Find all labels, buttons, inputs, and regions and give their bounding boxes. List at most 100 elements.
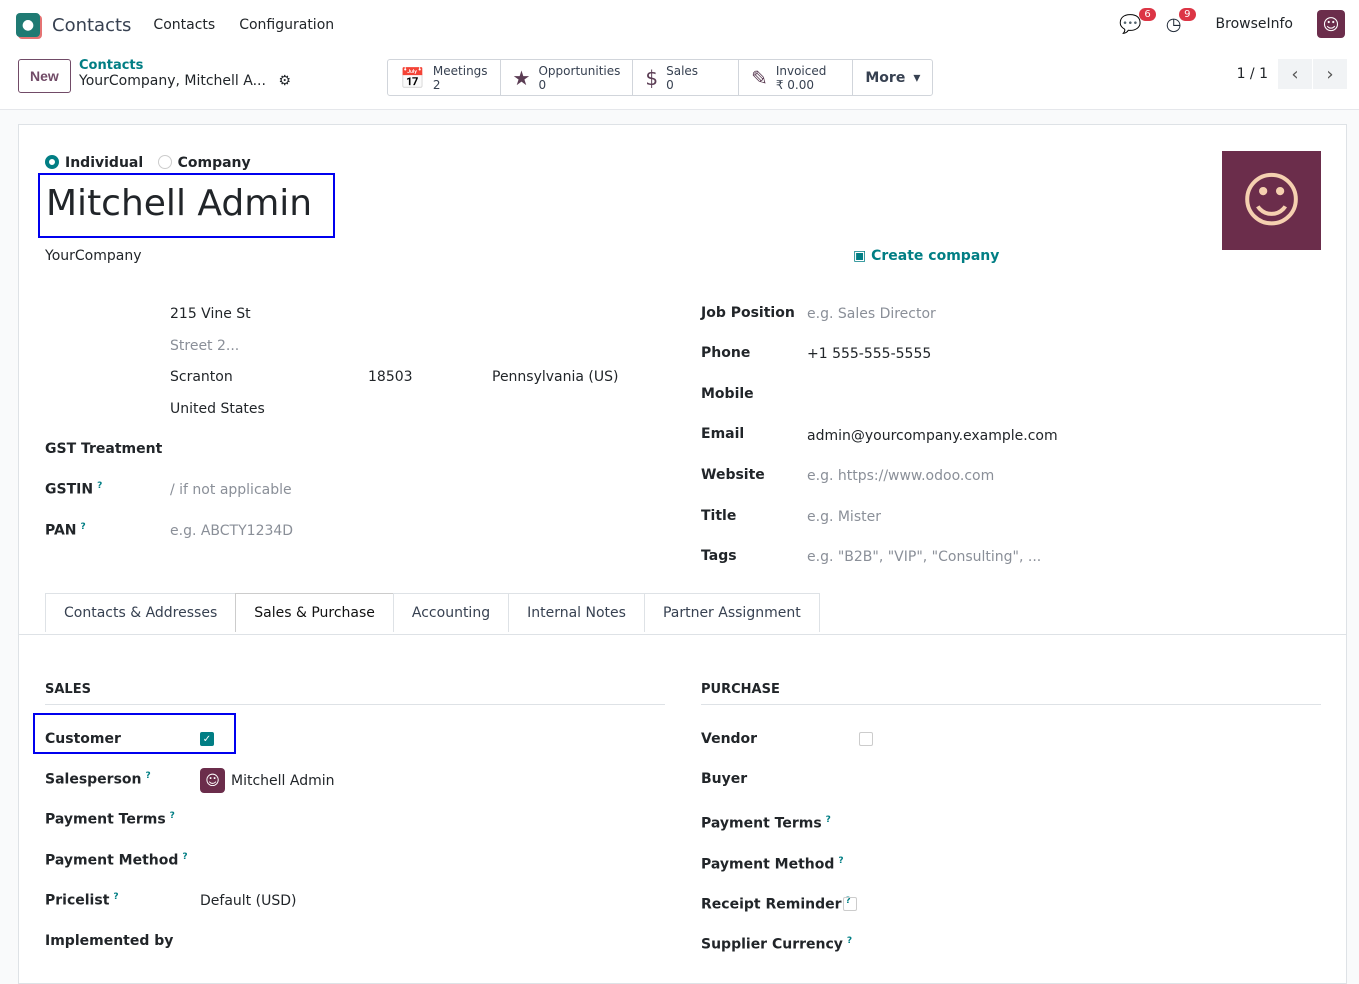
label-text: Payment Terms [701,815,822,832]
label-text: PAN [45,522,77,539]
stat-value: 0 [666,77,674,92]
app-name[interactable]: Contacts [52,15,131,36]
label-text: Receipt Reminder [701,896,842,913]
vendor-label: Vendor [701,731,758,747]
highlight-box [33,713,236,754]
messages-badge: 6 [1139,7,1156,21]
plus-square-icon: ▣ [853,248,867,264]
company-type: Individual Company [45,155,251,171]
form-sheet: Individual Company Mitchell Admin YourCo… [18,124,1347,984]
email-input[interactable]: admin@yourcompany.example.com [807,428,1058,444]
receipt-reminder-label: Receipt Reminder? [701,896,851,913]
menu-contacts[interactable]: Contacts [153,17,215,33]
website-label: Website [701,467,765,483]
help-icon[interactable]: ? [182,852,187,862]
more-label: More [865,69,906,86]
invoice-edit-icon: ✎ [751,65,768,90]
website-input[interactable]: e.g. https://www.odoo.com [807,468,994,484]
opportunities-button[interactable]: ★ Opportunities 0 [501,60,634,95]
sales-button[interactable]: $ Sales 0 [633,60,740,95]
pager-value[interactable]: 1 / 1 [1237,66,1268,82]
pricelist-select[interactable]: Default (USD) [200,893,296,909]
radio-company[interactable] [157,155,172,169]
stat-label: Invoiced [775,63,827,78]
city-input[interactable]: Scranton [170,369,233,385]
help-icon[interactable]: ? [838,856,843,866]
help-icon[interactable]: ? [81,522,86,532]
buyer-label: Buyer [701,771,748,787]
help-icon[interactable]: ? [847,936,852,946]
salesperson-field[interactable]: ☺ Mitchell Admin [200,768,335,793]
title-input[interactable]: e.g. Mister [807,509,881,525]
label-text: Payment Method [45,852,179,869]
purchase-section-title: PURCHASE [701,682,1321,705]
label-text: Payment Terms [45,811,166,828]
pan-input[interactable]: e.g. ABCTY1234D [170,523,293,539]
tab-partner-assignment[interactable]: Partner Assignment [643,593,820,632]
highlight-box [38,173,335,238]
gear-icon[interactable]: ⚙ [278,73,291,89]
control-panel: New Contacts YourCompany, Mitchell A... … [0,50,1359,110]
invoiced-button[interactable]: ✎ Invoiced ₹ 0.00 [739,60,854,95]
messages-icon[interactable]: 💬 6 [1119,7,1156,35]
create-company-button[interactable]: ▣ Create company [853,248,999,264]
activities-icon[interactable]: ◷ 9 [1166,7,1196,35]
notebook-tabs: Contacts & Addresses Sales & Purchase Ac… [45,593,820,632]
menu-configuration[interactable]: Configuration [239,17,334,33]
zip-input[interactable]: 18503 [368,369,413,385]
company-field[interactable]: YourCompany [45,248,142,264]
purchase-payment-terms-label: Payment Terms? [701,815,831,832]
breadcrumb-contacts[interactable]: Contacts [79,58,291,73]
more-button[interactable]: More ▾ [853,60,932,95]
tags-input[interactable]: e.g. "B2B", "VIP", "Consulting", ... [807,549,1041,565]
contacts-app-icon[interactable]: ● [16,13,40,37]
star-icon: ★ [512,65,531,90]
stat-value: 2 [432,77,441,92]
new-button[interactable]: New [18,59,71,93]
tab-accounting[interactable]: Accounting [392,593,510,632]
help-icon[interactable]: ? [113,892,118,902]
implemented-by-label: Implemented by [45,933,174,949]
dollar-icon: $ [645,65,659,90]
gstin-input[interactable]: / if not applicable [170,482,292,498]
contact-avatar[interactable]: ☺ [1222,151,1321,250]
street2-input[interactable]: Street 2... [170,338,239,354]
company-switcher[interactable]: BrowseInfo [1216,16,1293,32]
gstin-label: GSTIN? [45,481,102,498]
state-select[interactable]: Pennsylvania (US) [492,369,619,385]
street-input[interactable]: 215 Vine St [170,306,251,322]
email-label: Email [701,426,745,442]
phone-input[interactable]: +1 555-555-5555 [807,346,931,362]
title-label: Title [701,508,737,524]
caret-down-icon: ▾ [913,69,921,86]
stat-label: Sales [666,63,699,78]
previous-button[interactable]: ‹ [1278,59,1312,89]
job-input[interactable]: e.g. Sales Director [807,306,936,322]
help-icon[interactable]: ? [97,481,102,491]
payment-terms-label: Payment Terms? [45,811,175,828]
radio-individual[interactable] [45,155,59,169]
label-text: Payment Method [701,856,835,873]
stat-label: Opportunities [538,63,621,78]
activities-badge: 9 [1179,7,1196,21]
pan-label: PAN? [45,522,86,539]
help-icon[interactable]: ? [170,811,175,821]
tab-contacts-addresses[interactable]: Contacts & Addresses [45,593,237,632]
stat-value: 0 [538,77,547,92]
sales-section-title: SALES [45,682,665,705]
help-icon[interactable]: ? [826,815,831,825]
radio-label[interactable]: Individual [65,155,143,171]
gst-label: GST Treatment [45,441,163,457]
tab-sales-purchase[interactable]: Sales & Purchase [235,593,394,632]
user-avatar[interactable]: ☺ [1317,10,1345,38]
help-icon[interactable]: ? [146,771,151,781]
supplier-currency-label: Supplier Currency? [701,936,852,953]
vendor-checkbox[interactable] [859,732,873,746]
tab-internal-notes[interactable]: Internal Notes [508,593,645,632]
label-text: Pricelist [45,892,110,909]
meetings-button[interactable]: 📅 Meetings 2 [388,60,501,95]
country-select[interactable]: United States [170,401,265,417]
receipt-reminder-checkbox[interactable] [843,897,857,911]
next-button[interactable]: › [1313,59,1347,89]
radio-label[interactable]: Company [178,155,251,171]
